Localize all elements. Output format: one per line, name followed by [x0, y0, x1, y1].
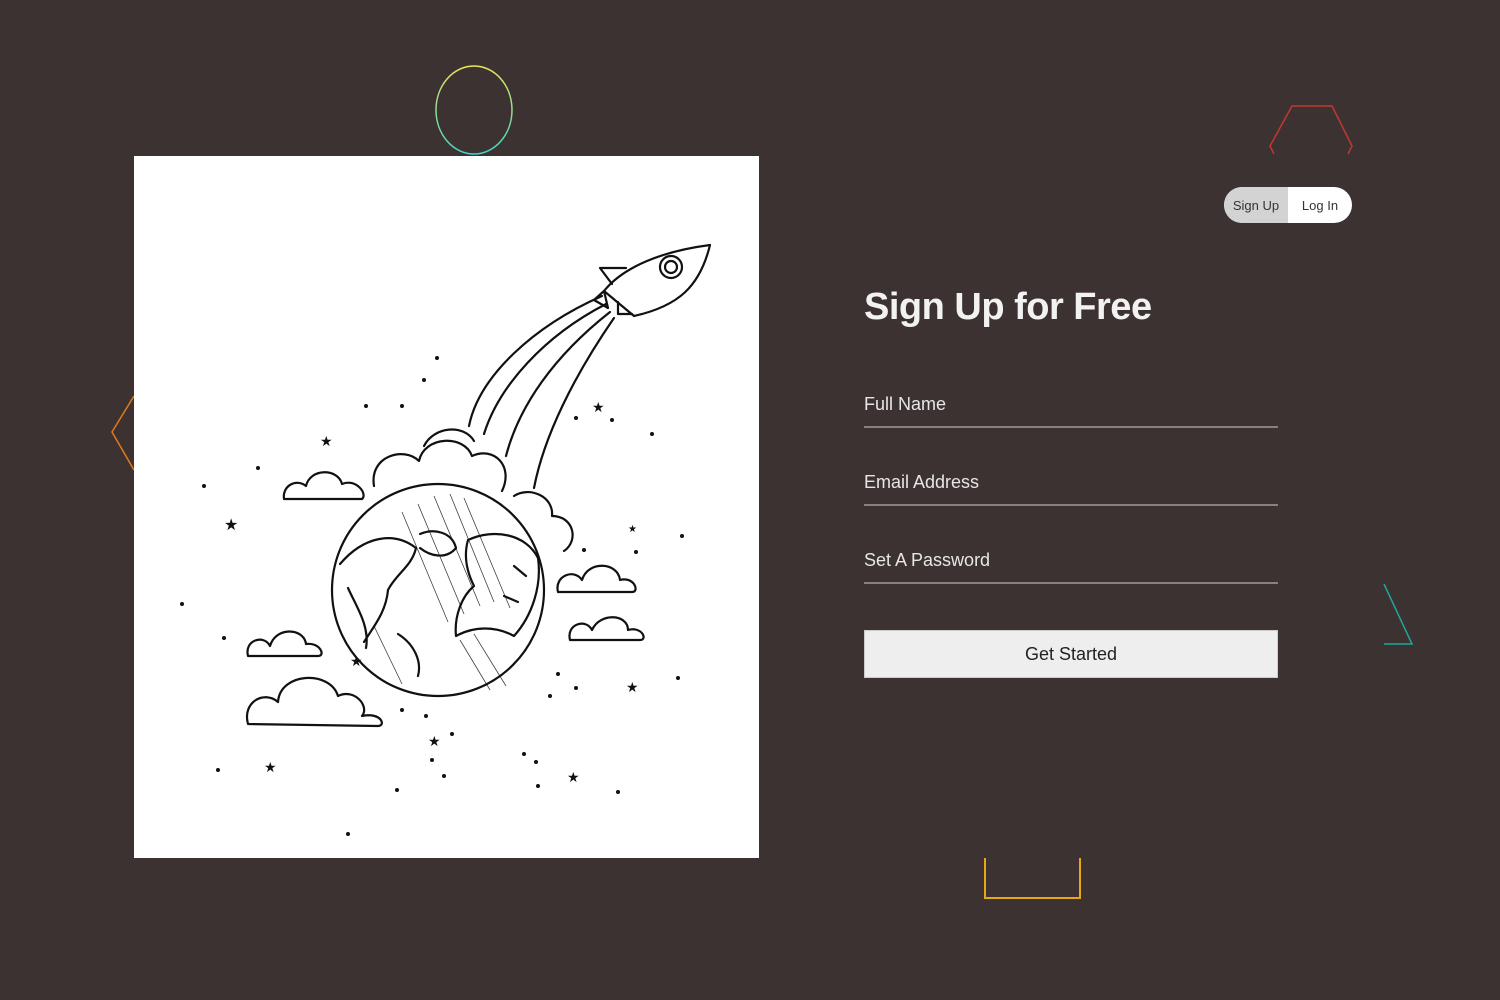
svg-text:★: ★	[567, 770, 580, 786]
password-input[interactable]	[864, 538, 1278, 582]
decorative-hexagon-top-right	[1269, 105, 1353, 155]
email-input[interactable]	[864, 460, 1278, 504]
email-field	[864, 460, 1278, 506]
form-title: Sign Up for Free	[864, 286, 1152, 328]
svg-text:★: ★	[350, 654, 363, 670]
auth-toggle: Sign Up Log In	[1224, 187, 1352, 223]
svg-text:★: ★	[264, 760, 277, 776]
svg-text:★: ★	[224, 515, 238, 534]
svg-text:★: ★	[626, 680, 639, 696]
decorative-circle	[435, 65, 513, 155]
login-tab[interactable]: Log In	[1288, 187, 1352, 223]
password-field	[864, 538, 1278, 584]
svg-text:★: ★	[628, 524, 637, 535]
full-name-input[interactable]	[864, 382, 1278, 426]
svg-text:★: ★	[320, 434, 333, 450]
svg-text:★: ★	[428, 734, 441, 750]
decorative-bracket-bottom	[984, 858, 1081, 899]
full-name-field	[864, 382, 1278, 428]
get-started-button[interactable]: Get Started	[864, 630, 1278, 678]
signup-tab[interactable]: Sign Up	[1224, 187, 1288, 223]
illustration-card: ★ ★ ★ ★ ★ ★ ★ ★ ★	[134, 156, 759, 858]
rocket-earth-illustration: ★ ★ ★ ★ ★ ★ ★ ★ ★	[180, 243, 712, 836]
svg-text:★: ★	[592, 400, 605, 416]
decorative-triangle-right	[1383, 583, 1414, 645]
